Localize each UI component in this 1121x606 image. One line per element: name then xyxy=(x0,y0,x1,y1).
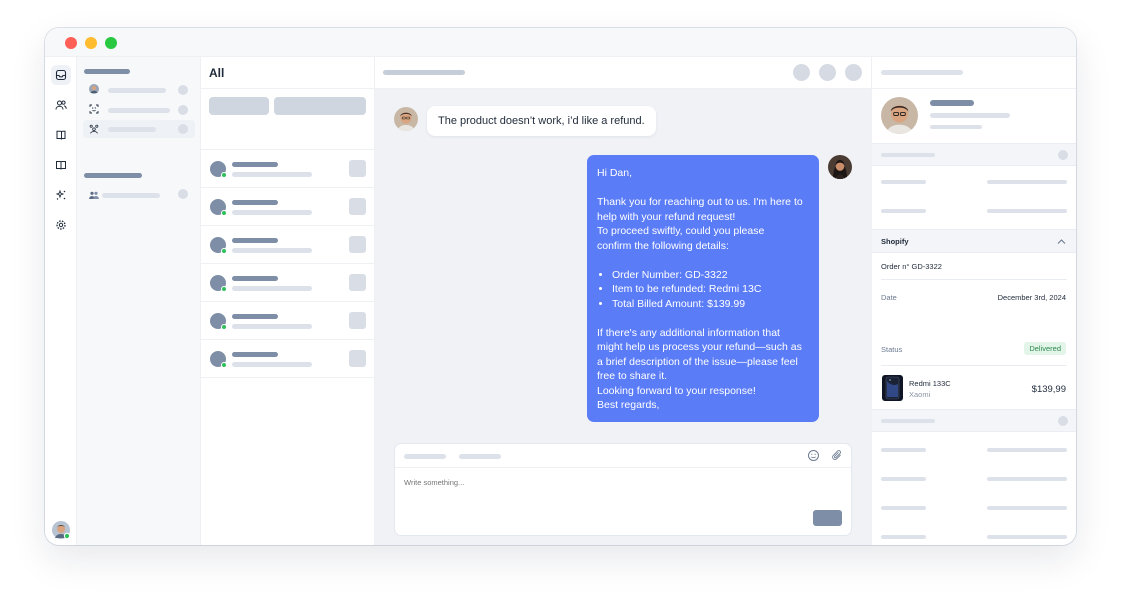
maximize-window-button[interactable] xyxy=(105,37,117,49)
reply-line: free to share it. xyxy=(597,370,668,382)
minimize-window-button[interactable] xyxy=(85,37,97,49)
reply-line: To proceed swiftly, could you please xyxy=(597,225,765,237)
book-icon[interactable] xyxy=(51,155,71,175)
panel-title-placeholder xyxy=(881,70,963,75)
header-action-button[interactable] xyxy=(819,64,836,81)
scan-face-icon xyxy=(89,104,99,114)
filter-button[interactable] xyxy=(274,97,366,115)
nav-section-header xyxy=(84,69,130,74)
product-brand: Xaomi xyxy=(909,390,931,399)
gear-icon[interactable] xyxy=(51,215,71,235)
shopify-section-header[interactable]: Shopify xyxy=(872,229,1076,253)
order-details-list: Order Number: GD-3322 Item to be refunde… xyxy=(597,268,809,312)
outgoing-message: Hi Dan, Thank you for reaching out to us… xyxy=(587,155,819,422)
app-window: All The product doesn’t work, i’d like a… xyxy=(45,28,1076,545)
icon-rail xyxy=(45,57,77,545)
thumbnail xyxy=(349,274,366,291)
online-indicator xyxy=(221,248,227,254)
status-badge: Delivered xyxy=(1024,342,1066,355)
list-title: All xyxy=(209,66,225,80)
person-avatar-icon xyxy=(89,84,99,94)
online-indicator xyxy=(221,362,227,368)
conversation-row[interactable] xyxy=(201,150,374,188)
conversation-row[interactable] xyxy=(201,226,374,264)
inbox-icon[interactable] xyxy=(51,65,71,85)
emoji-icon[interactable] xyxy=(807,449,820,462)
chevron-up-icon[interactable] xyxy=(1057,238,1066,245)
conversation-row[interactable] xyxy=(201,264,374,302)
reply-greeting: Hi Dan, xyxy=(597,167,633,179)
title-bar xyxy=(45,28,1076,57)
thumbnail xyxy=(349,236,366,253)
group-icon xyxy=(89,191,99,199)
reply-line: a brief description of the issue—please … xyxy=(597,355,798,368)
nav-item-3[interactable] xyxy=(83,120,195,138)
online-indicator xyxy=(221,172,227,178)
online-indicator xyxy=(221,324,227,330)
message-composer xyxy=(394,443,852,536)
current-user-avatar[interactable] xyxy=(52,521,71,540)
order-detail-item: Item to be refunded: Redmi 13C xyxy=(612,282,809,297)
conversation-row[interactable] xyxy=(201,340,374,378)
product-price: $139,99 xyxy=(1031,384,1066,395)
reply-line: Best regards, xyxy=(597,399,660,411)
header-action-button[interactable] xyxy=(793,64,810,81)
send-button[interactable] xyxy=(813,510,842,526)
integration-name: Shopify xyxy=(881,237,909,246)
order-number: Order n° GD-3322 xyxy=(881,262,942,271)
filter-button[interactable] xyxy=(209,97,269,115)
book-open-icon[interactable] xyxy=(51,125,71,145)
composer-toolbar xyxy=(395,444,851,468)
thumbnail xyxy=(349,350,366,367)
navigation-panel xyxy=(77,57,201,545)
order-detail-item: Total Billed Amount: $139.99 xyxy=(612,297,809,312)
agent-avatar xyxy=(828,155,852,179)
reply-line: If there's any additional information th… xyxy=(597,326,780,339)
product-image xyxy=(882,375,903,401)
close-window-button[interactable] xyxy=(65,37,77,49)
product-name: Redmi 133C xyxy=(909,379,951,388)
customer-profile-avatar xyxy=(881,97,918,134)
conversation-list: All xyxy=(201,57,375,545)
chat-header xyxy=(375,57,871,89)
reply-line: Looking forward to your response! xyxy=(597,384,756,397)
chat-title-placeholder xyxy=(383,70,465,75)
status-label: Status xyxy=(881,345,903,354)
profile-section-header[interactable] xyxy=(872,143,1076,166)
reply-line: confirm the following details: xyxy=(597,239,729,252)
order-detail-item: Order Number: GD-3322 xyxy=(612,268,809,283)
paperclip-icon[interactable] xyxy=(831,449,844,462)
online-indicator xyxy=(221,210,227,216)
composer-tab[interactable] xyxy=(459,454,501,459)
reply-line: Thank you for reaching out to us. I'm he… xyxy=(597,196,803,208)
reply-line: might help us process your refund—such a… xyxy=(597,341,802,353)
users-icon[interactable] xyxy=(51,95,71,115)
date-label: Date xyxy=(881,293,897,302)
customer-name-placeholder xyxy=(930,100,974,106)
order-date: December 3rd, 2024 xyxy=(997,293,1066,302)
conversation-row[interactable] xyxy=(201,188,374,226)
header-action-button[interactable] xyxy=(845,64,862,81)
online-indicator xyxy=(221,286,227,292)
conversation-row[interactable] xyxy=(201,302,374,340)
sparkles-icon[interactable] xyxy=(51,185,71,205)
bot-icon xyxy=(89,124,99,134)
thumbnail xyxy=(349,312,366,329)
nav-section-header xyxy=(84,173,142,178)
customer-avatar xyxy=(394,107,418,131)
customer-profile-panel: Shopify Order n° GD-3322 Date December 3… xyxy=(871,57,1076,545)
message-input[interactable] xyxy=(404,478,704,487)
thumbnail xyxy=(349,198,366,215)
thumbnail xyxy=(349,160,366,177)
chat-panel: The product doesn’t work, i’d like a ref… xyxy=(375,57,871,545)
profile-section-header[interactable] xyxy=(872,409,1076,432)
reply-line: help with your refund request! xyxy=(597,210,736,223)
incoming-message: The product doesn’t work, i’d like a ref… xyxy=(427,106,656,136)
composer-tab[interactable] xyxy=(404,454,446,459)
